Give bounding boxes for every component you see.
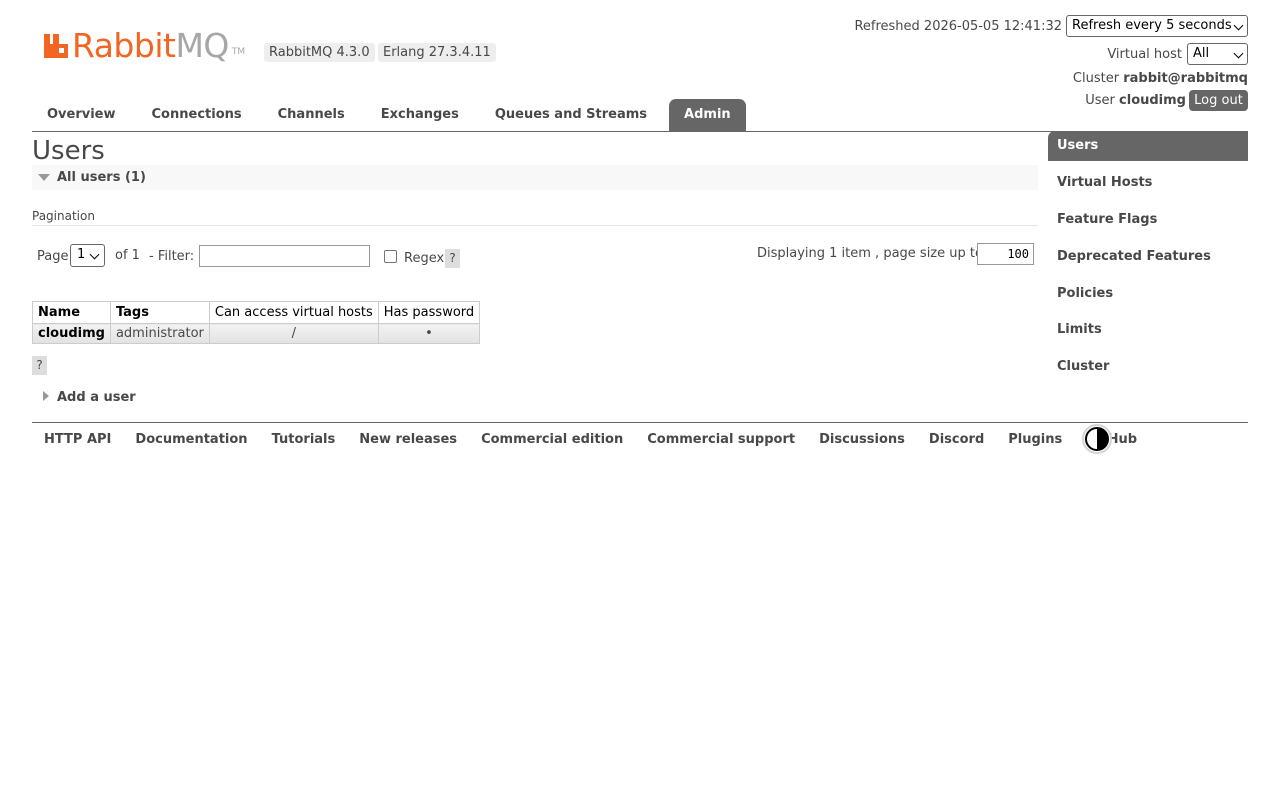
chevron-down-icon xyxy=(1233,20,1244,31)
all-users-section-title[interactable]: All users (1) xyxy=(57,169,146,186)
rabbitmq-logo[interactable]: Rabbit MQ TM xyxy=(42,24,245,64)
filter-label: - Filter: xyxy=(149,249,195,264)
column-header-has-password: Has password xyxy=(377,301,481,324)
chevron-down-icon xyxy=(89,249,100,260)
users-table: Name Tags Can access virtual hosts Has p… xyxy=(32,301,481,344)
all-users-section-header[interactable] xyxy=(32,165,1038,190)
page-count-label: of 1 xyxy=(115,248,140,263)
main-tabs: Overview Connections Channels Exchanges … xyxy=(32,99,753,131)
page-title: Users xyxy=(32,136,105,166)
page-size-input[interactable]: 100 xyxy=(977,243,1034,265)
footer-link-documentation[interactable]: Documentation xyxy=(123,432,259,447)
user-name-cell[interactable]: cloudimg xyxy=(32,323,111,344)
footer-link-tutorials[interactable]: Tutorials xyxy=(260,432,348,447)
virtual-host-value: All xyxy=(1193,46,1210,61)
refresh-interval-value: Refresh every 5 seconds xyxy=(1072,18,1232,33)
cluster-info: Cluster rabbit@rabbitmq xyxy=(1073,70,1248,88)
refreshed-timestamp: Refreshed 2026-05-05 12:41:32 xyxy=(854,19,1062,34)
virtual-host-select[interactable]: All xyxy=(1187,43,1248,65)
logo-text-rabbit: Rabbit xyxy=(72,26,176,65)
filter-input[interactable] xyxy=(199,245,370,267)
footer-link-commercial-support[interactable]: Commercial support xyxy=(635,432,807,447)
footer-divider xyxy=(32,422,1248,423)
erlang-version-badge: Erlang 27.3.4.11 xyxy=(378,43,496,62)
refresh-interval-select[interactable]: Refresh every 5 seconds xyxy=(1066,15,1248,37)
cluster-name: rabbit@rabbitmq xyxy=(1123,71,1248,86)
sidebar-item-deprecated-features[interactable]: Deprecated Features xyxy=(1048,242,1248,272)
regex-checkbox[interactable] xyxy=(384,250,397,263)
contrast-icon xyxy=(1085,427,1109,451)
tab-connections[interactable]: Connections xyxy=(137,99,257,131)
tab-queues-and-streams[interactable]: Queues and Streams xyxy=(480,99,662,131)
footer-link-discord[interactable]: Discord xyxy=(917,432,996,447)
user-tags-cell: administrator xyxy=(109,323,210,344)
logout-button[interactable]: Log out xyxy=(1189,90,1248,111)
page-select-value: 1 xyxy=(77,247,86,262)
user-info: User cloudimg xyxy=(1085,92,1186,110)
cluster-label: Cluster xyxy=(1072,71,1120,86)
column-header-name: Name xyxy=(32,301,111,324)
tab-overview[interactable]: Overview xyxy=(32,99,131,131)
theme-toggle-button[interactable] xyxy=(1082,424,1112,454)
table-help-button[interactable]: ? xyxy=(32,356,47,375)
regex-label: Regex xyxy=(404,251,445,266)
tab-exchanges[interactable]: Exchanges xyxy=(366,99,474,131)
rabbitmq-version-badge: RabbitMQ 4.3.0 xyxy=(264,43,375,62)
sidebar-item-policies[interactable]: Policies xyxy=(1048,279,1248,309)
displaying-label: Displaying 1 item , page size up to: xyxy=(757,246,988,261)
chevron-down-icon xyxy=(1233,48,1244,59)
rabbit-logo-icon xyxy=(44,34,68,58)
footer-link-new-releases[interactable]: New releases xyxy=(347,432,469,447)
footer-link-http-api[interactable]: HTTP API xyxy=(32,432,123,447)
current-user-name: cloudimg xyxy=(1119,93,1186,108)
logo-trademark: TM xyxy=(231,47,246,57)
user-label: User xyxy=(1085,93,1115,108)
footer-link-commercial-edition[interactable]: Commercial edition xyxy=(469,432,635,447)
sidebar-item-limits[interactable]: Limits xyxy=(1048,315,1248,345)
user-has-password-cell: • xyxy=(377,323,481,344)
footer-link-discussions[interactable]: Discussions xyxy=(807,432,917,447)
column-header-vhosts: Can access virtual hosts xyxy=(208,301,379,324)
table-row[interactable]: cloudimg administrator / • xyxy=(32,323,481,344)
sidebar-item-users[interactable]: Users xyxy=(1048,131,1248,161)
add-user-section-title[interactable]: Add a user xyxy=(57,390,136,406)
pagination-heading: Pagination xyxy=(32,209,95,223)
table-header-row: Name Tags Can access virtual hosts Has p… xyxy=(32,301,481,324)
footer-link-plugins[interactable]: Plugins xyxy=(996,432,1074,447)
tab-admin[interactable]: Admin xyxy=(669,99,746,131)
sidebar-item-feature-flags[interactable]: Feature Flags xyxy=(1048,205,1248,235)
tab-channels[interactable]: Channels xyxy=(263,99,360,131)
page-label: Page xyxy=(37,249,69,264)
collapsed-triangle-icon[interactable] xyxy=(43,391,49,401)
regex-help-button[interactable]: ? xyxy=(445,249,460,268)
sidebar-item-virtual-hosts[interactable]: Virtual Hosts xyxy=(1048,168,1248,198)
column-header-tags: Tags xyxy=(109,301,210,324)
page-select[interactable]: 1 xyxy=(70,244,105,267)
footer-links: HTTP API Documentation Tutorials New rel… xyxy=(32,431,1149,448)
user-vhosts-cell: / xyxy=(208,323,379,344)
pagination-divider xyxy=(32,225,1038,226)
expand-triangle-icon[interactable] xyxy=(38,174,50,181)
logo-text-mq: MQ xyxy=(175,26,229,65)
virtual-host-label: Virtual host xyxy=(1107,47,1182,62)
sidebar-item-cluster[interactable]: Cluster xyxy=(1048,352,1248,382)
